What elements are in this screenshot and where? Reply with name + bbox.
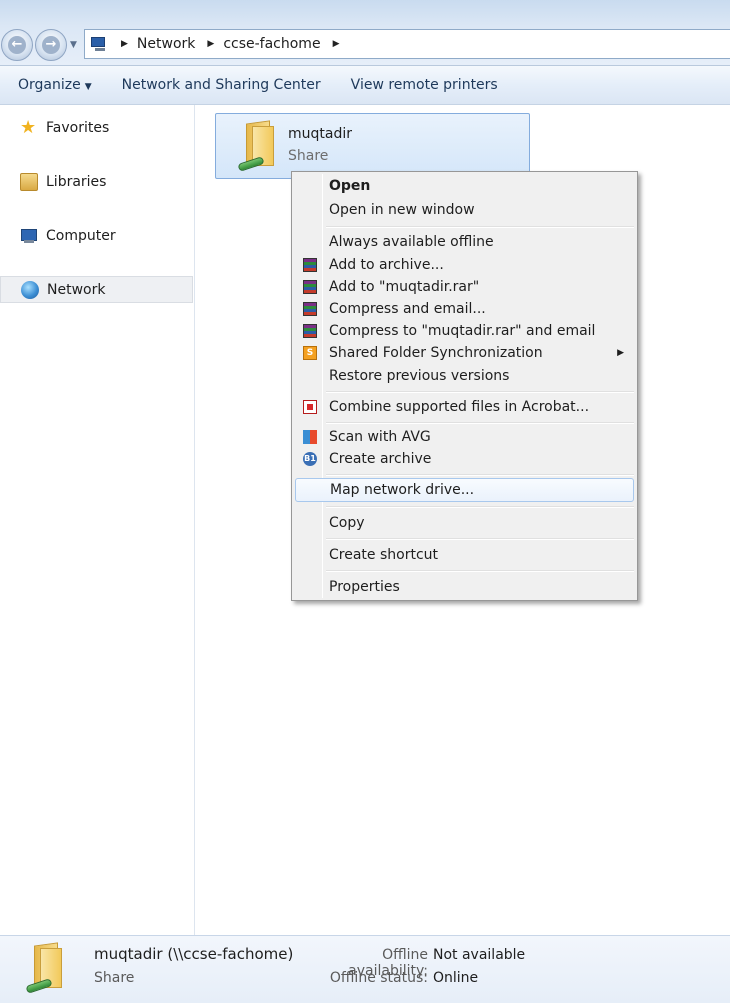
menu-item-create-shortcut[interactable]: Create shortcut — [295, 544, 634, 566]
menu-item-label: Copy — [329, 515, 365, 531]
breadcrumb-server[interactable]: ccse-fachome — [223, 36, 320, 52]
menu-item-properties[interactable]: Properties — [295, 576, 634, 598]
menu-separator — [326, 538, 634, 540]
menu-item-create-archive[interactable]: B1 Create archive — [295, 448, 634, 470]
back-button[interactable]: ← — [1, 29, 33, 61]
winrar-icon — [303, 258, 317, 272]
b1-icon: B1 — [303, 452, 317, 466]
back-arrow-icon: ← — [8, 36, 26, 54]
navigation-pane: ★ Favorites Libraries Computer Network — [0, 105, 195, 935]
menu-separator — [326, 506, 634, 508]
menu-item-add-to-archive[interactable]: Add to archive... — [295, 254, 634, 276]
menu-item-label: Always available offline — [329, 234, 494, 250]
sync-icon: S — [303, 346, 317, 360]
details-type: Share — [94, 970, 135, 986]
menu-item-copy[interactable]: Copy — [295, 512, 634, 534]
menu-item-open[interactable]: Open — [295, 175, 634, 197]
details-pane: muqtadir (\\ccse-fachome) Share Offline … — [0, 935, 730, 1003]
recent-pages-dropdown[interactable]: ▼ — [70, 40, 77, 50]
menu-separator — [326, 570, 634, 572]
menu-item-label: Shared Folder Synchronization — [329, 345, 543, 361]
network-sharing-center-button[interactable]: Network and Sharing Center — [110, 77, 333, 93]
menu-item-label: Compress and email... — [329, 301, 486, 317]
menu-item-map-network-drive[interactable]: Map network drive... — [295, 478, 634, 502]
menu-item-label: Open — [329, 178, 371, 194]
menu-item-restore-previous-versions[interactable]: Restore previous versions — [295, 365, 634, 387]
menu-item-combine-acrobat[interactable]: Combine supported files in Acrobat... — [295, 396, 634, 418]
menu-item-label: Scan with AVG — [329, 429, 431, 445]
winrar-icon — [303, 302, 317, 316]
menu-item-label: Combine supported files in Acrobat... — [329, 399, 590, 415]
menu-item-label: Create shortcut — [329, 547, 439, 563]
address-bar: ← → ▼ ▶ Network ▶ ccse-fachome ▶ — [0, 0, 730, 66]
chevron-right-icon[interactable]: ▶ — [333, 39, 340, 49]
offline-status-value: Online — [433, 970, 479, 986]
sidebar-item-network[interactable]: Network — [0, 276, 193, 303]
menu-separator — [326, 422, 634, 424]
chevron-right-icon[interactable]: ▶ — [121, 39, 128, 49]
sidebar-item-label: Network — [47, 281, 106, 298]
sidebar-item-favorites[interactable]: ★ Favorites — [0, 114, 193, 141]
menu-item-always-available-offline[interactable]: Always available offline — [295, 231, 634, 253]
menu-item-scan-with-avg[interactable]: Scan with AVG — [295, 426, 634, 448]
organize-button[interactable]: Organize ▼ — [6, 77, 104, 93]
avg-icon — [303, 430, 317, 444]
menu-item-shared-folder-sync[interactable]: S Shared Folder Synchronization ▶ — [295, 342, 634, 364]
star-icon: ★ — [20, 116, 37, 138]
sidebar-item-libraries[interactable]: Libraries — [0, 168, 193, 195]
acrobat-icon — [303, 400, 317, 414]
details-name: muqtadir (\\ccse-fachome) — [94, 945, 294, 963]
chevron-down-icon: ▼ — [84, 82, 92, 92]
forward-arrow-icon: → — [42, 36, 60, 54]
forward-button[interactable]: → — [35, 29, 67, 61]
sidebar-item-label: Computer — [46, 227, 116, 244]
menu-item-label: Restore previous versions — [329, 368, 510, 384]
chevron-right-icon[interactable]: ▶ — [207, 39, 214, 49]
network-icon — [21, 280, 39, 299]
menu-item-label: Open in new window — [329, 202, 475, 218]
computer-icon — [20, 227, 38, 245]
menu-item-compress-and-email[interactable]: Compress and email... — [295, 298, 634, 320]
menu-item-label: Add to "muqtadir.rar" — [329, 279, 480, 295]
libraries-icon — [20, 172, 38, 191]
winrar-icon — [303, 280, 317, 294]
sidebar-item-computer[interactable]: Computer — [0, 222, 193, 249]
menu-item-label: Compress to "muqtadir.rar" and email — [329, 323, 596, 339]
menu-item-add-to-rar[interactable]: Add to "muqtadir.rar" — [295, 276, 634, 298]
menu-item-label: Properties — [329, 579, 400, 595]
view-remote-printers-button[interactable]: View remote printers — [339, 77, 510, 93]
menu-item-compress-to-rar-and-email[interactable]: Compress to "muqtadir.rar" and email — [295, 320, 634, 342]
sidebar-item-label: Favorites — [46, 119, 110, 136]
menu-item-label: Add to archive... — [329, 257, 444, 273]
menu-item-label: Map network drive... — [330, 482, 475, 498]
submenu-arrow-icon: ▶ — [617, 348, 624, 358]
menu-separator — [326, 226, 634, 228]
breadcrumb-network[interactable]: Network — [137, 36, 195, 52]
context-menu: Open Open in new window Always available… — [291, 171, 638, 601]
menu-separator — [326, 474, 634, 476]
offline-availability-value: Not available — [433, 947, 526, 963]
menu-item-open-new-window[interactable]: Open in new window — [295, 199, 634, 221]
shared-folder-icon — [236, 120, 278, 172]
shared-folder-icon — [24, 942, 66, 994]
share-name: muqtadir — [288, 126, 352, 142]
share-item-muqtadir[interactable]: muqtadir Share — [215, 113, 530, 179]
network-location-icon — [91, 36, 109, 52]
command-bar: Organize ▼ Network and Sharing Center Vie… — [0, 66, 730, 105]
breadcrumb[interactable]: ▶ Network ▶ ccse-fachome ▶ — [84, 29, 730, 59]
winrar-icon — [303, 324, 317, 338]
menu-item-label: Create archive — [329, 451, 432, 467]
offline-status-label: Offline status: — [329, 970, 428, 986]
sidebar-item-label: Libraries — [46, 173, 107, 190]
share-type: Share — [288, 148, 329, 164]
menu-separator — [326, 391, 634, 393]
organize-label: Organize — [18, 77, 81, 93]
